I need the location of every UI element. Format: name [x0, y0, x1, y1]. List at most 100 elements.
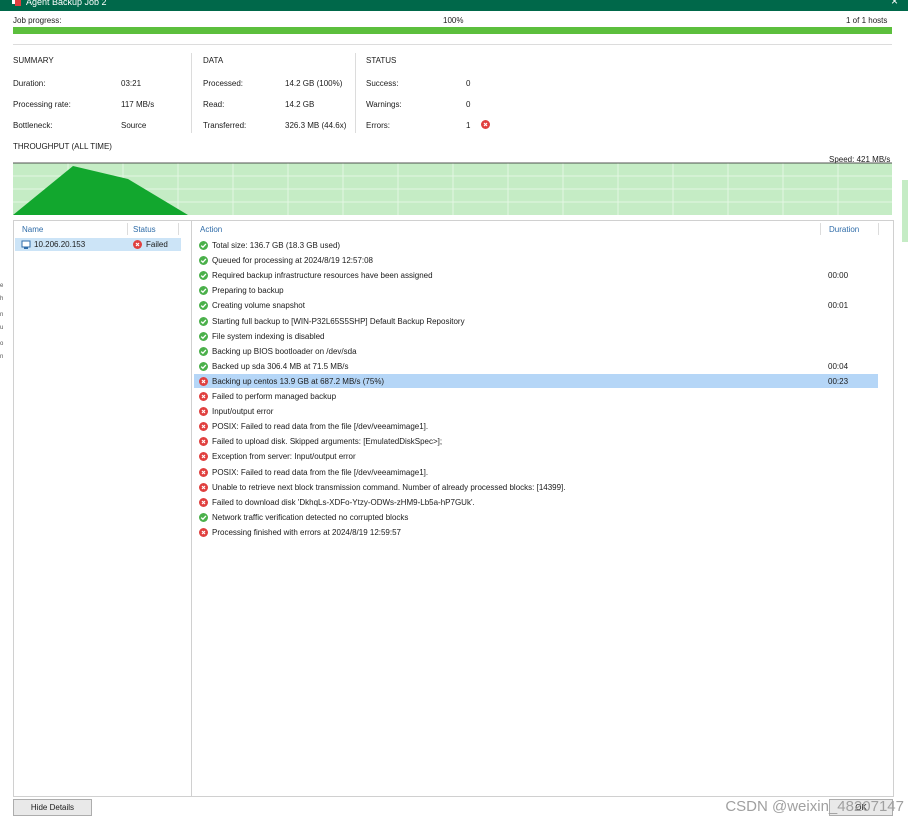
log-row[interactable]: Queued for processing at 2024/8/19 12:57… — [194, 253, 878, 267]
divider — [13, 44, 892, 45]
hosts-col-status[interactable]: Status — [133, 225, 156, 234]
close-icon[interactable]: × — [891, 0, 898, 7]
log-row[interactable]: Processing finished with errors at 2024/… — [194, 525, 878, 539]
status-success-value: 0 — [466, 79, 471, 88]
data-processed-value: 14.2 GB (100%) — [285, 79, 343, 88]
hosts-pane — [13, 220, 192, 797]
summary-duration-label: Duration: — [13, 79, 46, 88]
log-row[interactable]: Backing up centos 13.9 GB at 687.2 MB/s … — [194, 373, 878, 388]
hosts-count: 1 of 1 hosts — [846, 16, 888, 25]
data-processed-label: Processed: — [203, 79, 244, 88]
log-row[interactable]: Network traffic verification detected no… — [194, 510, 878, 524]
window-title: Agent Backup Job 2 — [26, 0, 107, 7]
error-icon — [133, 240, 142, 250]
status-errors-label: Errors: — [366, 121, 390, 130]
log-row[interactable]: Starting full backup to [WIN-P32L65S5SHP… — [194, 314, 878, 328]
log-row[interactable]: Preparing to backup — [194, 283, 878, 297]
log-row[interactable]: Failed to download disk 'DkhqLs-XDFo-Ytz… — [194, 495, 878, 509]
success-icon — [199, 301, 208, 311]
log-action-text: Backing up centos 13.9 GB at 687.2 MB/s … — [212, 376, 385, 386]
log-duration: 00:01 — [828, 301, 849, 311]
log-action-text: Unable to retrieve next block transmissi… — [212, 482, 566, 492]
success-icon — [199, 286, 208, 296]
veeam-app-icon — [12, 0, 21, 6]
log-row[interactable]: Backing up BIOS bootloader on /dev/sda — [194, 344, 878, 358]
error-icon — [481, 120, 490, 130]
log-row[interactable]: Input/output error — [194, 404, 878, 418]
summary-rate-value: 117 MB/s — [121, 100, 155, 109]
throughput-label: THROUGHPUT (ALL TIME) — [13, 142, 112, 151]
log-action-text: Required backup infrastructure resources… — [212, 271, 433, 281]
log-col-duration[interactable]: Duration — [829, 225, 859, 234]
log-row[interactable]: Total size: 136.7 GB (18.3 GB used) — [194, 238, 878, 252]
title-bar: Agent Backup Job 2 × — [0, 0, 908, 11]
error-icon — [199, 437, 208, 447]
data-transferred-value: 326.3 MB (44.6x) — [285, 121, 347, 130]
column-divider — [820, 223, 821, 235]
summary-duration-value: 03:21 — [121, 79, 142, 88]
data-read-label: Read: — [203, 100, 225, 109]
job-progress-bar — [13, 27, 892, 34]
log-action-text: POSIX: Failed to read data from the file… — [212, 467, 429, 477]
background-text-fragment: h — [0, 296, 4, 302]
log-action-text: Backed up sda 306.4 MB at 71.5 MB/s — [212, 361, 349, 371]
log-row[interactable]: Exception from server: Input/output erro… — [194, 449, 878, 463]
summary-bottleneck-value: Source — [121, 121, 147, 130]
column-divider — [127, 223, 128, 235]
background-text-fragment: n — [0, 354, 4, 360]
log-col-action[interactable]: Action — [200, 225, 222, 234]
log-duration: 00:23 — [828, 376, 849, 386]
error-icon — [199, 482, 208, 492]
watermark: CSDN @weixin_48207147 — [725, 798, 904, 815]
log-action-text: Failed to upload disk. Skipped arguments… — [212, 437, 443, 447]
hide-details-button[interactable]: Hide Details — [13, 799, 92, 816]
log-row[interactable]: POSIX: Failed to read data from the file… — [194, 419, 878, 433]
log-action-text: File system indexing is disabled — [212, 331, 325, 341]
error-icon — [199, 467, 208, 477]
log-row[interactable]: Creating volume snapshot 00:01 — [194, 298, 878, 312]
hosts-col-name[interactable]: Name — [22, 225, 43, 234]
error-icon — [199, 392, 208, 401]
column-divider — [355, 53, 356, 133]
log-row[interactable]: Failed to upload disk. Skipped arguments… — [194, 434, 878, 448]
success-icon — [199, 316, 208, 326]
data-read-value: 14.2 GB — [285, 100, 315, 109]
error-icon — [199, 452, 208, 462]
log-action-text: Exception from server: Input/output erro… — [212, 452, 356, 462]
job-progress-label: Job progress: — [13, 16, 62, 25]
summary-header: SUMMARY — [13, 56, 54, 65]
column-divider — [878, 223, 879, 235]
host-row[interactable]: 10.206.20.153 Failed — [15, 238, 181, 251]
column-divider — [178, 223, 179, 235]
data-header: DATA — [203, 56, 224, 65]
background-text-fragment: n — [0, 312, 4, 318]
log-row[interactable]: Required backup infrastructure resources… — [194, 268, 878, 282]
log-row[interactable]: File system indexing is disabled — [194, 329, 878, 343]
column-divider — [191, 53, 192, 133]
job-progress-percent: 100% — [443, 16, 464, 25]
summary-bottleneck-label: Bottleneck: — [13, 121, 53, 130]
error-icon — [199, 497, 208, 507]
computer-icon — [21, 240, 31, 249]
log-row[interactable]: Unable to retrieve next block transmissi… — [194, 480, 878, 494]
success-icon — [199, 241, 208, 250]
log-row[interactable]: Failed to perform managed backup — [194, 389, 878, 403]
success-icon — [199, 256, 208, 266]
summary-rate-label: Processing rate: — [13, 100, 71, 109]
throughput-speed: Speed: 421 MB/s — [829, 155, 891, 164]
success-icon — [199, 512, 208, 522]
log-action-text: Failed to download disk 'DkhqLs-XDFo-Ytz… — [212, 497, 475, 507]
status-success-label: Success: — [366, 79, 399, 88]
log-duration: 00:04 — [828, 361, 849, 371]
log-row[interactable]: Backed up sda 306.4 MB at 71.5 MB/s 00:04 — [194, 359, 878, 373]
log-action-text: Total size: 136.7 GB (18.3 GB used) — [212, 241, 341, 250]
log-duration: 00:00 — [828, 271, 849, 281]
log-action-text: Input/output error — [212, 407, 274, 417]
throughput-chart — [13, 153, 892, 215]
log-row[interactable]: POSIX: Failed to read data from the file… — [194, 465, 878, 479]
error-icon — [199, 407, 208, 417]
status-warnings-label: Warnings: — [366, 100, 402, 109]
background-text-fragment: e — [0, 283, 4, 289]
background-text-fragment: u — [0, 325, 4, 331]
host-status: Failed — [146, 240, 168, 249]
